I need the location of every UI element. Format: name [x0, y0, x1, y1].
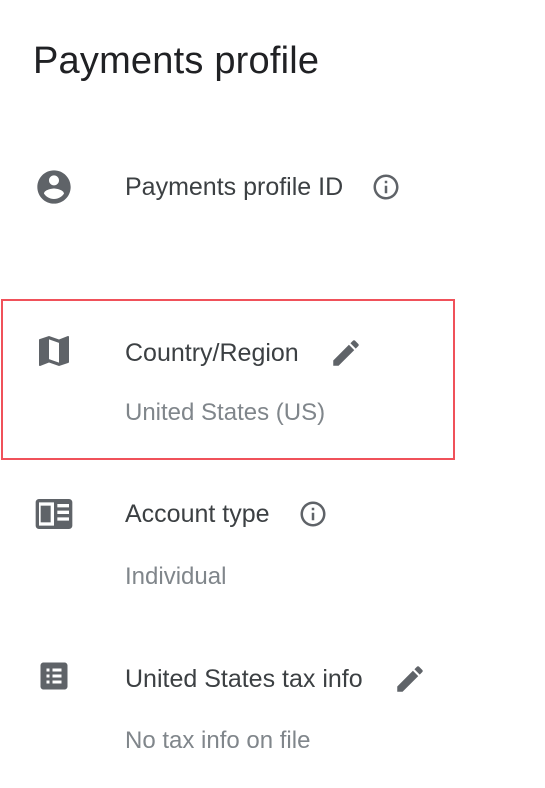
profile-id-row: Payments profile ID [0, 165, 545, 225]
map-icon [34, 331, 74, 371]
account-type-label: Account type [125, 500, 270, 528]
contact-card-icon [34, 494, 74, 534]
info-icon[interactable] [371, 172, 401, 202]
profile-id-label: Payments profile ID [125, 173, 344, 201]
edit-pencil-icon[interactable] [393, 662, 427, 696]
account-type-value: Individual [125, 563, 227, 590]
list-document-icon [34, 656, 74, 696]
account-circle-icon [34, 167, 74, 207]
country-region-row: Country/Region United States (US) [0, 329, 545, 439]
country-region-label: Country/Region [125, 339, 299, 367]
account-type-row: Account type Individual [0, 492, 545, 602]
tax-info-value: No tax info on file [125, 727, 311, 754]
info-icon[interactable] [298, 499, 328, 529]
edit-pencil-icon[interactable] [329, 336, 363, 370]
tax-info-label: United States tax info [125, 665, 363, 693]
page-title: Payments profile [33, 40, 320, 82]
country-region-value: United States (US) [125, 399, 326, 426]
tax-info-row: United States tax info No tax info on fi… [0, 654, 545, 764]
